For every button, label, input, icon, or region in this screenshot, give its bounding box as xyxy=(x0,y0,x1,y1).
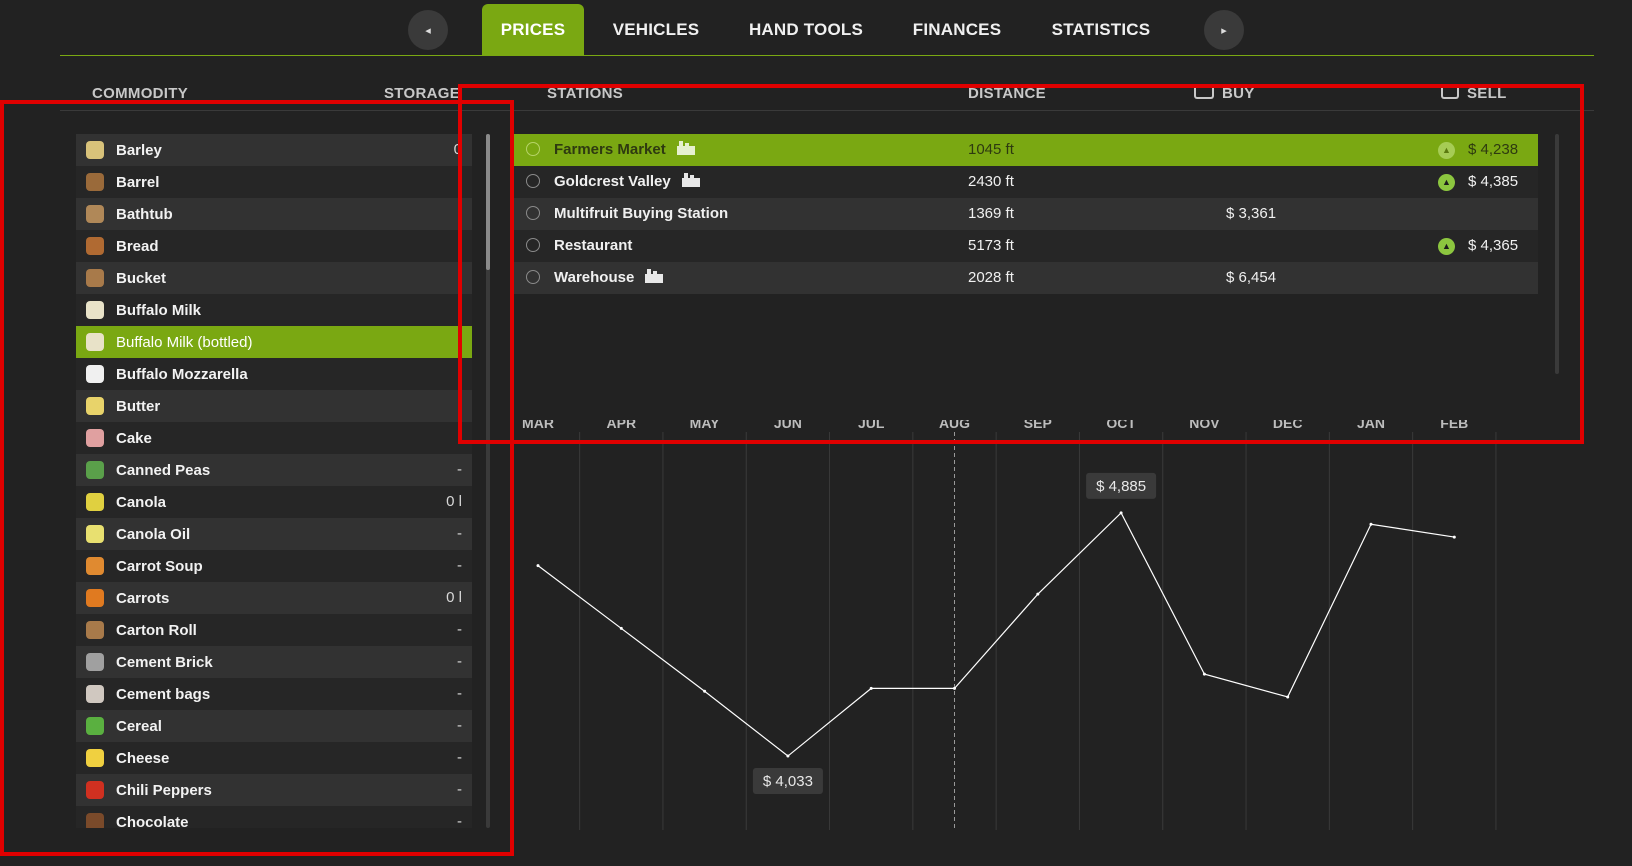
max-price-tooltip: $ 4,885 xyxy=(1086,472,1157,499)
price-point[interactable] xyxy=(536,564,540,568)
tab-bar-underline xyxy=(60,55,1594,56)
price-point[interactable] xyxy=(619,626,623,630)
price-point[interactable] xyxy=(1036,592,1040,596)
tab-prices[interactable]: PRICES xyxy=(482,4,584,56)
price-point[interactable] xyxy=(1286,695,1290,699)
price-point[interactable] xyxy=(786,754,790,758)
price-point[interactable] xyxy=(1369,522,1373,526)
price-point[interactable] xyxy=(703,689,707,693)
price-point[interactable] xyxy=(953,686,956,690)
tab-hand-tools[interactable]: HAND TOOLS xyxy=(738,4,874,56)
price-history-chart: MAR APR MAY JUN JUL AUG SEP OCT NOV DEC JAN FEB$ 4,… xyxy=(522,420,1497,830)
price-point[interactable] xyxy=(1119,511,1123,515)
tab-vehicles[interactable]: VEHICLES xyxy=(604,4,708,56)
previous-tab-button[interactable]: ◂ xyxy=(408,10,448,50)
price-point[interactable] xyxy=(869,686,873,690)
chevron-right-icon: ▸ xyxy=(1221,24,1227,37)
price-point[interactable] xyxy=(1452,535,1456,539)
tab-statistics[interactable]: STATISTICS xyxy=(1040,4,1162,56)
chevron-left-icon: ◂ xyxy=(425,24,431,37)
highlight-box-stations xyxy=(458,84,1584,444)
next-tab-button[interactable]: ▸ xyxy=(1204,10,1244,50)
top-tab-bar: ◂ PRICES VEHICLES HAND TOOLS FINANCES ST… xyxy=(0,0,1632,58)
min-price-tooltip: $ 4,033 xyxy=(752,768,823,795)
price-point[interactable] xyxy=(1202,672,1206,676)
tooltip-price-label: $ 4,885 xyxy=(1096,478,1146,495)
tooltip-price-label: $ 4,033 xyxy=(763,773,813,790)
highlight-box-commodities xyxy=(0,100,514,856)
tab-finances[interactable]: FINANCES xyxy=(904,4,1010,56)
